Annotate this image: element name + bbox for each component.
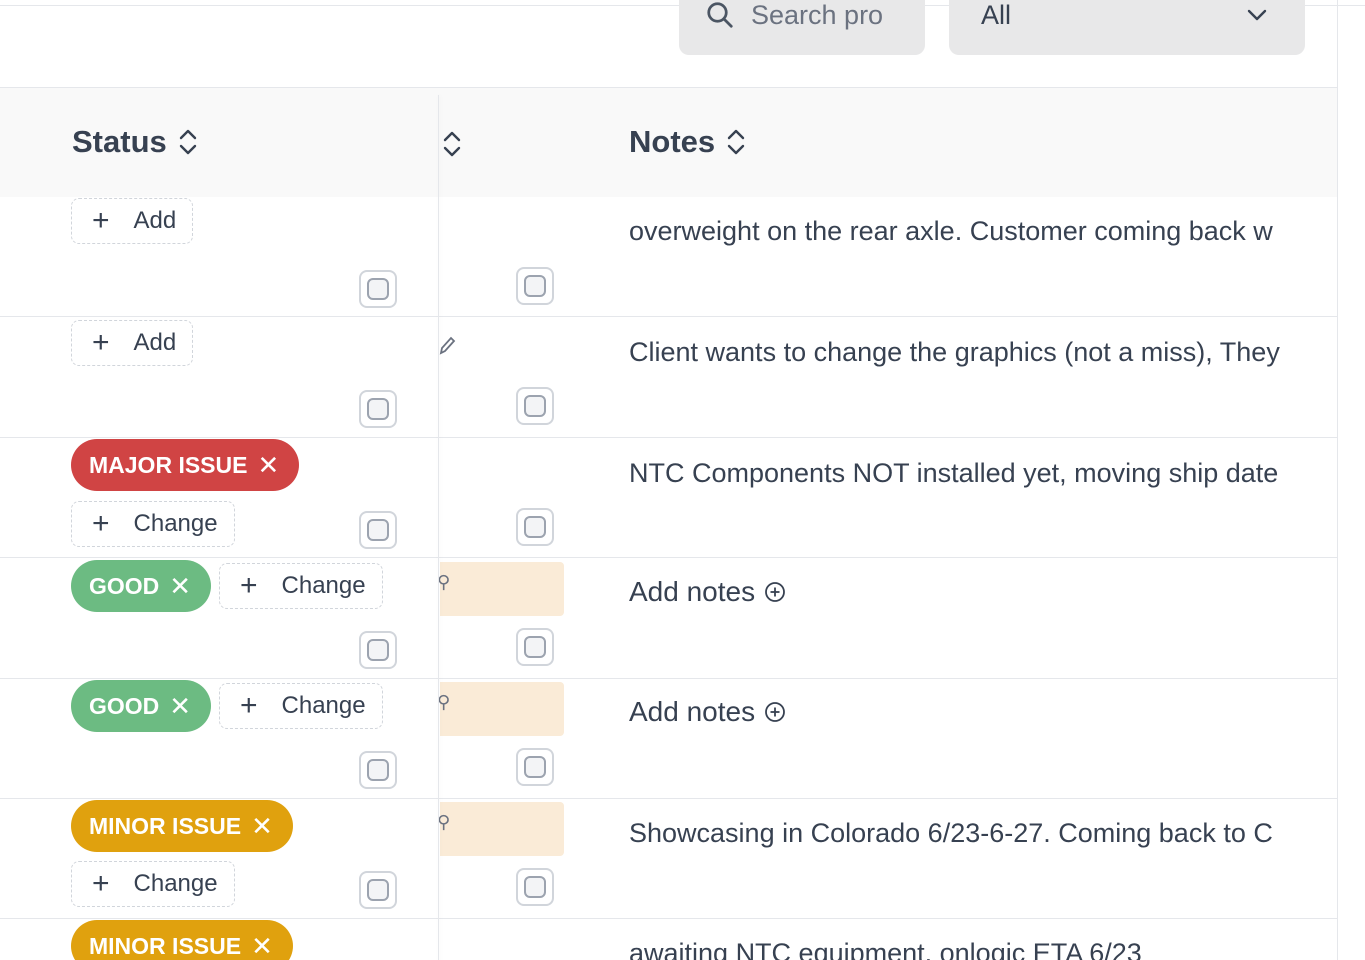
table-right-border [1337, 0, 1338, 960]
add-notes-label: Add notes [629, 696, 756, 727]
status-badge-label: MINOR ISSUE [89, 932, 242, 959]
highlight-cell[interactable] [440, 562, 564, 616]
change-status-label: Change [281, 572, 366, 599]
row-checkbox[interactable] [359, 631, 397, 669]
search-placeholder: Search pro [751, 0, 884, 30]
change-status-button[interactable]: + Change [219, 563, 383, 609]
chevron-down-icon [1247, 9, 1267, 21]
close-icon[interactable]: ✕ [251, 931, 273, 960]
change-status-label: Change [281, 692, 366, 719]
status-badge-minor-issue: MINOR ISSUE ✕ [71, 920, 293, 960]
search-icon [707, 2, 733, 28]
row-checkbox[interactable] [516, 387, 554, 425]
status-badge-good: GOOD ✕ [71, 560, 212, 612]
frozen-column-divider [438, 95, 439, 960]
sort-icon[interactable] [441, 130, 463, 158]
pencil-icon[interactable] [438, 334, 456, 356]
close-icon[interactable]: ✕ [257, 450, 279, 481]
note-text: NTC Components NOT installed yet, moving… [629, 458, 1279, 488]
note-text: Showcasing in Colorado 6/23-6-27. Coming… [629, 818, 1273, 848]
plus-icon: + [92, 204, 110, 237]
column-header-notes[interactable]: Notes [629, 124, 747, 160]
plus-icon: + [240, 569, 258, 602]
change-status-button[interactable]: + Change [219, 683, 383, 729]
row-checkbox[interactable] [359, 270, 397, 308]
row-checkbox[interactable] [516, 868, 554, 906]
status-badge-label: GOOD [89, 572, 160, 599]
row-checkbox[interactable] [516, 748, 554, 786]
close-icon[interactable]: ✕ [169, 691, 191, 722]
close-icon[interactable]: ✕ [251, 811, 273, 842]
change-status-label: Change [133, 510, 218, 537]
add-status-label: Add [133, 329, 177, 356]
close-icon[interactable]: ✕ [169, 571, 191, 602]
row-checkbox[interactable] [359, 751, 397, 789]
column-header-notes-label: Notes [629, 124, 716, 159]
status-badge-good: GOOD ✕ [71, 680, 212, 732]
sort-icon[interactable] [177, 128, 199, 156]
status-badge-label: MINOR ISSUE [89, 812, 242, 839]
plus-icon: + [92, 326, 110, 359]
filter-value: All [981, 0, 1012, 30]
column-header-status[interactable]: Status [72, 124, 199, 160]
status-badge-label: GOOD [89, 692, 160, 719]
change-status-button[interactable]: + Change [71, 861, 235, 907]
plus-circle-icon [765, 582, 786, 602]
highlight-cell[interactable] [440, 802, 564, 856]
row-checkbox[interactable] [359, 871, 397, 909]
plus-icon: + [240, 689, 258, 722]
column-header-status-label: Status [72, 124, 167, 159]
note-cell[interactable]: NTC Components NOT installed yet, moving… [620, 452, 1337, 512]
add-notes-label: Add notes [629, 576, 756, 607]
highlight-cell[interactable] [440, 682, 564, 736]
add-status-button[interactable]: + Add [71, 320, 194, 366]
status-badge-major-issue: MAJOR ISSUE ✕ [71, 439, 300, 491]
note-text: overweight on the rear axle. Customer co… [629, 216, 1273, 246]
add-notes-button[interactable]: Add notes [629, 696, 787, 728]
status-badge-minor-issue: MINOR ISSUE ✕ [71, 800, 293, 852]
plus-icon: + [92, 867, 110, 900]
note-cell[interactable]: Showcasing in Colorado 6/23-6-27. Coming… [620, 812, 1337, 872]
column-header-hidden[interactable] [441, 130, 463, 163]
row-checkbox[interactable] [516, 508, 554, 546]
search-input[interactable]: Search pro [679, 0, 925, 55]
row-checkbox[interactable] [516, 628, 554, 666]
note-cell[interactable]: awaiting NTC equipment, onlogic ETA 6/23 [620, 932, 1337, 960]
status-badge-label: MAJOR ISSUE [89, 451, 248, 478]
add-notes-button[interactable]: Add notes [629, 576, 787, 608]
row-checkbox[interactable] [359, 390, 397, 428]
note-text: Client wants to change the graphics (not… [629, 337, 1280, 367]
add-status-label: Add [133, 207, 177, 234]
change-status-button[interactable]: + Change [71, 501, 235, 547]
filter-select[interactable]: All [949, 0, 1305, 55]
note-cell[interactable]: overweight on the rear axle. Customer co… [620, 210, 1337, 270]
note-cell[interactable]: Client wants to change the graphics (not… [620, 331, 1337, 391]
add-status-button[interactable]: + Add [71, 198, 194, 244]
note-text: awaiting NTC equipment, onlogic ETA 6/23 [629, 938, 1142, 960]
sort-icon[interactable] [725, 128, 747, 156]
plus-circle-icon [765, 702, 786, 722]
row-checkbox[interactable] [359, 511, 397, 549]
row-checkbox[interactable] [516, 267, 554, 305]
plus-icon: + [92, 507, 110, 540]
change-status-label: Change [133, 870, 218, 897]
